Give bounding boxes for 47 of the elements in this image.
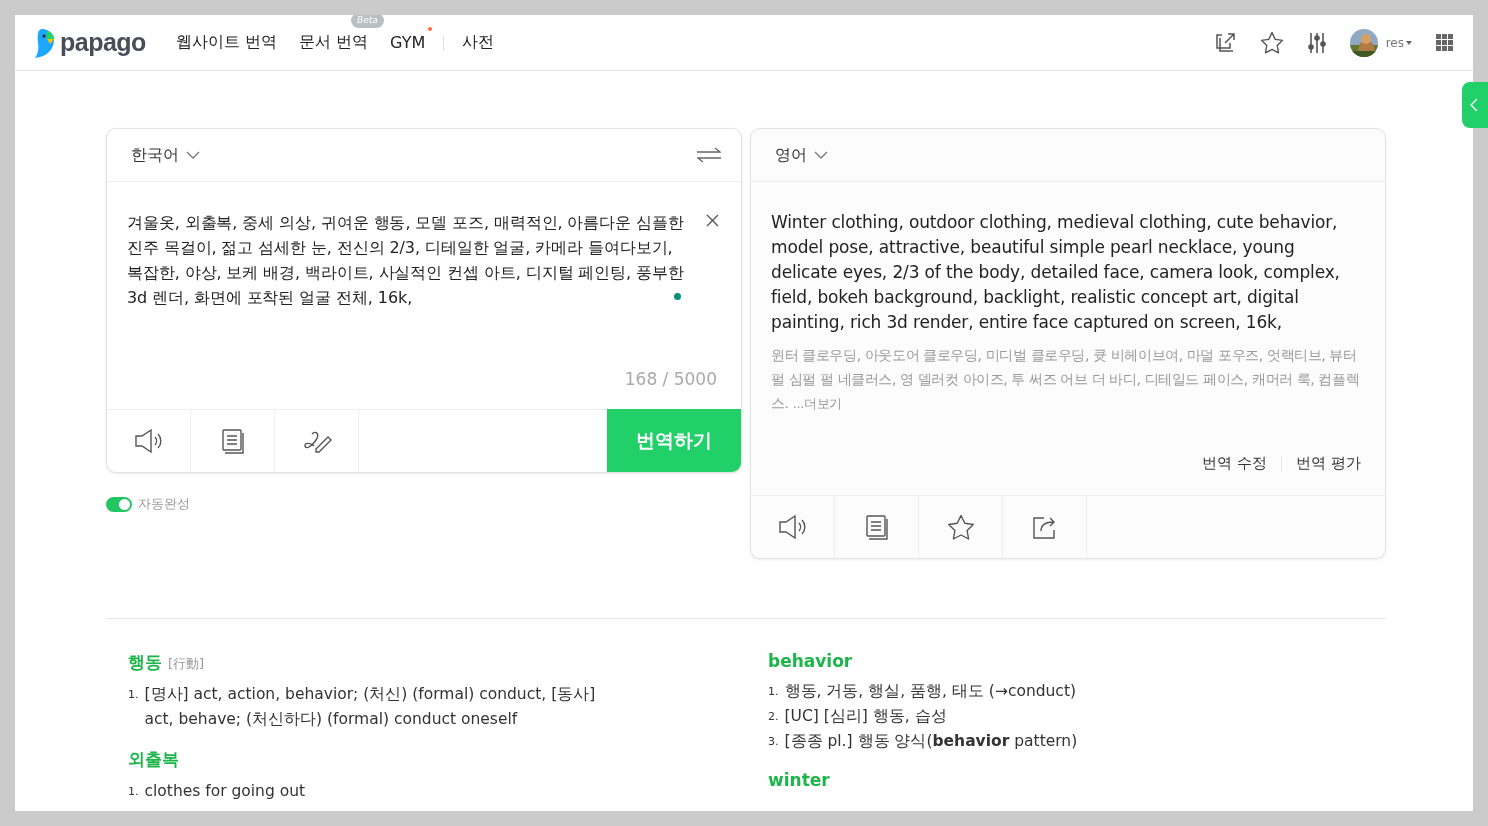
share-icon [1031, 514, 1058, 540]
pronunciation-text: 윈터 클로우딩, 아웃도어 클로우딩, 미디벌 클로우딩, 큣 비헤이브여, 마덜 포우즈, 엇랙티브, 뷰터펄 심펄 펄 네클러스, 영 델러컷 아이즈, 투 써즈 어브 더 바디, 디테일드 페이스, 캐머러 룩, 컴플렉스. ...더보기 [771, 346, 1361, 413]
close-icon[interactable] [706, 214, 719, 227]
speaker-icon [777, 514, 808, 540]
translation-link[interactable]: 번역 수정 [1202, 454, 1268, 473]
side-panel-tab[interactable] [1462, 82, 1488, 128]
sense-text: clothes for going out [144, 781, 306, 802]
sense-number: 3. [768, 734, 779, 750]
autocomplete-label: 자동완성 [138, 495, 190, 513]
logo-text[interactable]: papago [60, 28, 146, 57]
star-icon[interactable] [1259, 31, 1284, 54]
nav-link[interactable]: 웹사이트 번역 [175, 32, 277, 53]
external-window-icon[interactable] [1213, 31, 1236, 54]
autocomplete-toggle[interactable] [106, 496, 132, 512]
caret-icon [1406, 40, 1412, 45]
chevron-left-icon [1470, 98, 1478, 112]
apps-grid-icon[interactable] [1436, 34, 1453, 51]
source-text-field[interactable]: 겨울옷, 외출복, 중세 의상, 귀여운 행동, 모델 포즈, 매력적인, 아름다운 심플한 진주 목걸이, 젊고 섬세한 눈, 전신의 2/3, 디테일한 얼굴, 카메라 들여다보기, 복잡한, 야상, 보케 배경, 백라이트, 사실적인 컨셉 아트, 디지털 페인팅, 풍부한 3d 렌더, 화면에 포착된 얼굴 전체, 16k, [127, 210, 689, 310]
nav-link[interactable]: 문서 번역 [299, 32, 369, 53]
sense-text: [UC] [심리] 행동, 습성 [784, 706, 947, 727]
chevron-down-icon [814, 151, 828, 159]
sense-number: 1. [128, 687, 139, 703]
user-menu[interactable]: res [1385, 35, 1404, 50]
parrot-logo-icon [32, 26, 56, 59]
swap-languages-icon[interactable] [697, 147, 721, 163]
language-selector[interactable]: 한국어 [131, 144, 179, 166]
sense-number: 2. [768, 709, 779, 725]
sense-number: 1. [128, 784, 139, 800]
translation-link[interactable]: 번역 평가 [1296, 454, 1361, 473]
star-icon [946, 514, 975, 540]
character-counter: 168 / 5000 [624, 369, 717, 389]
beta-badge: Beta [351, 15, 384, 28]
hanja-text: [行動] [168, 655, 205, 673]
status-dot [674, 293, 681, 300]
sense-number: 1. [768, 684, 779, 700]
language-selector[interactable]: 영어 [775, 144, 807, 166]
sense-text: [명사] act, action, behavior; (처신) (formal) conduct, [동사] act, behave; (처신하다) (formal) conduct oneself [144, 684, 597, 730]
sense-text: 행동, 거동, 행실, 품행, 태도 (→conduct) [784, 681, 1076, 702]
copy-icon [864, 514, 889, 540]
settings-sliders-icon[interactable] [1307, 31, 1326, 54]
speaker-icon [133, 428, 164, 454]
sense-text: [종종 pl.] 행동 양식(behavior pattern) [784, 731, 1078, 752]
nav-link[interactable]: GYM [390, 33, 426, 52]
nav-link[interactable]: 사전 [462, 32, 495, 53]
chevron-down-icon [186, 151, 200, 159]
copy-icon [220, 428, 245, 454]
translation-text: Winter clothing, outdoor clothing, medieval clothing, cute behavior, model pose, attractive, beautiful simple pearl necklace, young delicate eyes, 2/3 of the body, detailed face, camera look, complex, field, bokeh background, backlight, realistic concept art, digital painting, rich 3d render, entire face captured on screen, 16k, [771, 211, 1341, 334]
